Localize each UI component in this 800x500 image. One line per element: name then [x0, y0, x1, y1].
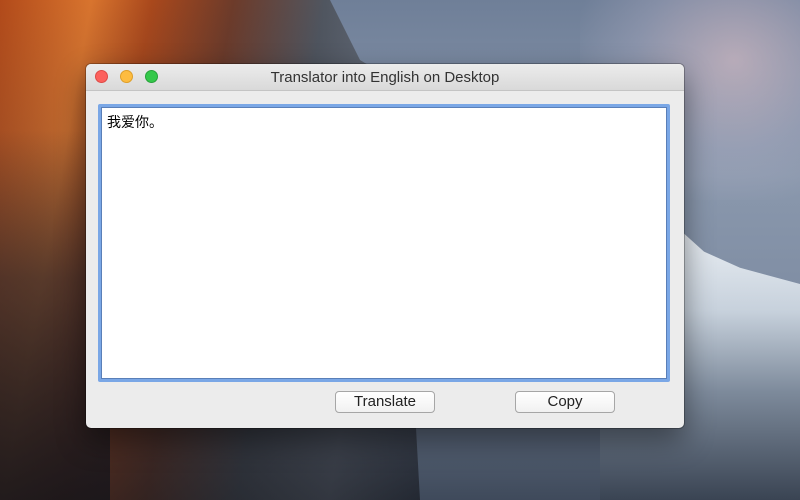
desktop-wallpaper: Translator into English on Desktop Trans… — [0, 0, 800, 500]
text-area-focus-ring — [98, 104, 670, 382]
translate-button[interactable]: Translate — [335, 391, 435, 413]
window-title: Translator into English on Desktop — [270, 69, 500, 86]
translator-window: Translator into English on Desktop Trans… — [86, 64, 684, 428]
source-text-input[interactable] — [101, 107, 667, 379]
title-bar[interactable]: Translator into English on Desktop — [86, 64, 684, 91]
copy-button[interactable]: Copy — [515, 391, 615, 413]
